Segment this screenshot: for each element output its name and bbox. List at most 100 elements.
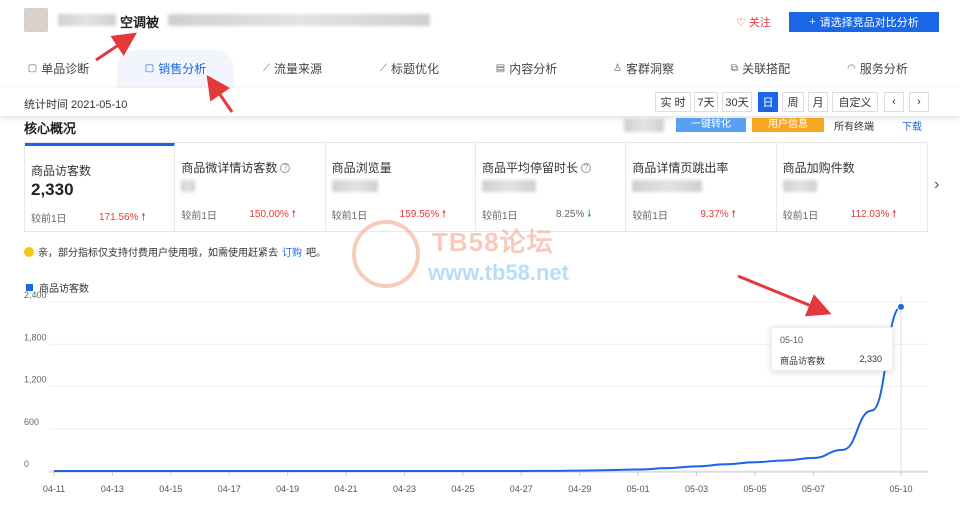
period-button-3[interactable]: 日 — [758, 92, 778, 112]
tab-0[interactable]: ▢ 单品诊断 — [0, 50, 117, 88]
period-button-0[interactable]: 实 时 — [655, 92, 691, 112]
prev-date-button[interactable]: ‹ — [884, 92, 904, 112]
blurred-value — [331, 180, 378, 192]
download-link[interactable]: 下载 — [902, 118, 922, 133]
arrow-up-icon: 🠕 — [441, 209, 447, 220]
arrow-up-icon: 🠕 — [141, 212, 146, 223]
follow-link[interactable]: ♡ 关注 — [736, 14, 771, 30]
tab-label: 标题优化 — [390, 62, 439, 76]
metric-label-text: 商品详情页跳出率 — [632, 161, 729, 175]
blurred-control — [624, 118, 664, 132]
metric-card[interactable]: 商品浏览量 较前1日 159.56% 🠕 — [326, 143, 476, 231]
metric-card[interactable]: 商品平均停留时长? 较前1日 8.25% 🠗 — [476, 143, 627, 231]
compare-button[interactable]: + 请选择竞品对比分析 — [789, 12, 939, 32]
x-tick-label: 04-21 — [335, 484, 358, 494]
order-link[interactable]: 订购 — [282, 244, 302, 259]
metric-card[interactable]: 商品加购件数 较前1日 112.03% 🠕 — [777, 143, 927, 231]
tab-3[interactable]: ⟋ 标题优化 — [351, 50, 468, 88]
metric-label: 商品微详情访客数? — [181, 159, 291, 176]
metric-label: 商品访客数 — [31, 162, 91, 179]
metric-label-text: 商品访客数 — [31, 164, 92, 178]
tab-bar: ▢ 单品诊断 ▢ 销售分析 ⟋ 流量来源 ⟋ 标题优化 ▤ 内容分析 ♙ 客群洞察 ⧉ 关联搭配 ◠ 服务分析 — [0, 50, 960, 88]
visitor-line-chart[interactable]: 0 600 1,200 1,800 2,400 04-11 04-13 04-15 04-17 0… — [0, 290, 960, 507]
period-button-2[interactable]: 30天 — [722, 92, 752, 112]
tab-5[interactable]: ♙ 客群洞察 — [585, 50, 702, 88]
y-tick-label: 1,800 — [24, 332, 47, 342]
x-tick-label: 04-11 — [43, 484, 65, 494]
metric-label: 商品平均停留时长? — [482, 159, 591, 176]
metric-label-text: 商品加购件数 — [782, 161, 855, 175]
page: 空调被 ♡ 关注 + 请选择竞品对比分析 ▢ 单品诊断 ▢ 销售分析 ⟋ 流量来源 ⟋ 标题优… — [0, 0, 960, 507]
plus-icon: + — [809, 16, 816, 28]
user-info-button[interactable]: 用户信息 — [752, 118, 824, 132]
blurred-title-suffix — [168, 14, 430, 26]
stat-time: 统计时间 2021-05-10 — [24, 99, 128, 111]
y-tick-label: 0 — [24, 459, 29, 469]
metric-compare: 较前1日 — [331, 211, 368, 222]
help-icon[interactable]: ? — [581, 162, 591, 173]
tab-label: 内容分析 — [509, 62, 558, 76]
user-icon: ♙ — [613, 63, 622, 74]
follow-label: 关注 — [748, 17, 771, 29]
y-tick-label: 600 — [24, 417, 39, 427]
metric-label-text: 商品平均停留时长 — [481, 161, 578, 175]
tab-4[interactable]: ▤ 内容分析 — [468, 50, 585, 88]
metric-card[interactable]: 商品微详情访客数? 较前1日 150.00% 🠕 — [175, 143, 326, 231]
period-button-6[interactable]: 自定义 — [832, 92, 878, 112]
tooltip-date: 05-10 — [780, 335, 804, 345]
tab-label: 单品诊断 — [41, 62, 90, 76]
time-bar: 统计时间 2021-05-10 实 时 7天 30天日周月自定义 ‹ › — [0, 88, 960, 116]
tab-6[interactable]: ⧉ 关联搭配 — [702, 50, 819, 88]
x-tick-label: 04-17 — [218, 484, 241, 494]
x-tick-label: 04-13 — [101, 484, 124, 494]
heart-icon: ♡ — [736, 16, 746, 29]
tab-label: 客群洞察 — [625, 62, 674, 76]
headset-icon: ◠ — [847, 63, 856, 74]
period-button-5[interactable]: 月 — [808, 92, 828, 112]
blurred-value — [481, 180, 536, 192]
notice-suffix: 吧。 — [306, 248, 326, 259]
shopping-bag-icon: ▢ — [27, 63, 38, 74]
metric-card[interactable]: 商品详情页跳出率 较前1日 9.37% 🠕 — [626, 143, 777, 231]
next-date-button[interactable]: › — [909, 92, 929, 112]
tab-label: 服务分析 — [859, 62, 908, 76]
metric-pct: 112.03% 🠕 — [851, 207, 897, 224]
line-chart-icon: ⟋ — [262, 63, 270, 74]
metric-card[interactable]: 商品访客数 2,330 较前1日 171.56% 🠕 — [25, 143, 176, 231]
help-icon[interactable]: ? — [280, 162, 291, 173]
tab-label: 流量来源 — [273, 62, 322, 76]
notice: 亲，部分指标仅支持付费用户使用哦，如需使用赶紧去 订购 吧。 — [24, 244, 326, 259]
metric-value: 2,330 — [31, 180, 74, 199]
metrics-row: 商品访客数 2,330 较前1日 171.56% 🠕 商品微详情访客数? 较前1日 150.… — [24, 142, 928, 232]
compare-button-label: 请选择竞品对比分析 — [819, 17, 919, 29]
tooltip-label: 商品访客数 — [780, 356, 826, 366]
data-point[interactable] — [897, 302, 905, 311]
x-tick-label: 04-15 — [159, 484, 182, 494]
y-tick-label: 2,400 — [24, 290, 47, 300]
product-thumbnail[interactable] — [24, 8, 48, 32]
x-tick-label: 04-25 — [451, 484, 474, 494]
tab-2[interactable]: ⟋ 流量来源 — [234, 50, 351, 88]
convert-button[interactable]: 一键转化 — [676, 118, 746, 132]
period-button-4[interactable]: 周 — [782, 92, 804, 112]
watermark-line2: www.tb58.net — [428, 260, 569, 285]
metric-label: 商品加购件数 — [783, 159, 855, 176]
tab-7[interactable]: ◠ 服务分析 — [819, 50, 936, 88]
blurred-title-prefix — [58, 14, 116, 26]
x-tick-label: 05-10 — [889, 484, 912, 494]
period-button-1[interactable]: 7天 — [694, 92, 718, 112]
chevron-right-icon[interactable]: › — [934, 176, 939, 194]
arrow-up-icon: 🠕 — [291, 209, 296, 220]
metric-label-text: 商品浏览量 — [331, 161, 392, 175]
metric-label-text: 商品微详情访客数 — [181, 161, 278, 175]
x-tick-label: 04-23 — [393, 484, 416, 494]
x-tick-label: 05-05 — [743, 484, 766, 494]
chart-tooltip: 05-10 商品访客数 2,330 — [771, 327, 893, 371]
terminal-select[interactable]: 所有终端 — [834, 118, 874, 133]
metric-pct-text: 112.03% — [850, 209, 890, 220]
tab-1[interactable]: ▢ 销售分析 — [117, 50, 234, 88]
x-tick-label: 04-29 — [568, 484, 591, 494]
x-tick-label: 05-07 — [802, 484, 825, 494]
chevron-left-icon: ‹ — [892, 96, 896, 108]
tab-label: 销售分析 — [158, 62, 207, 76]
